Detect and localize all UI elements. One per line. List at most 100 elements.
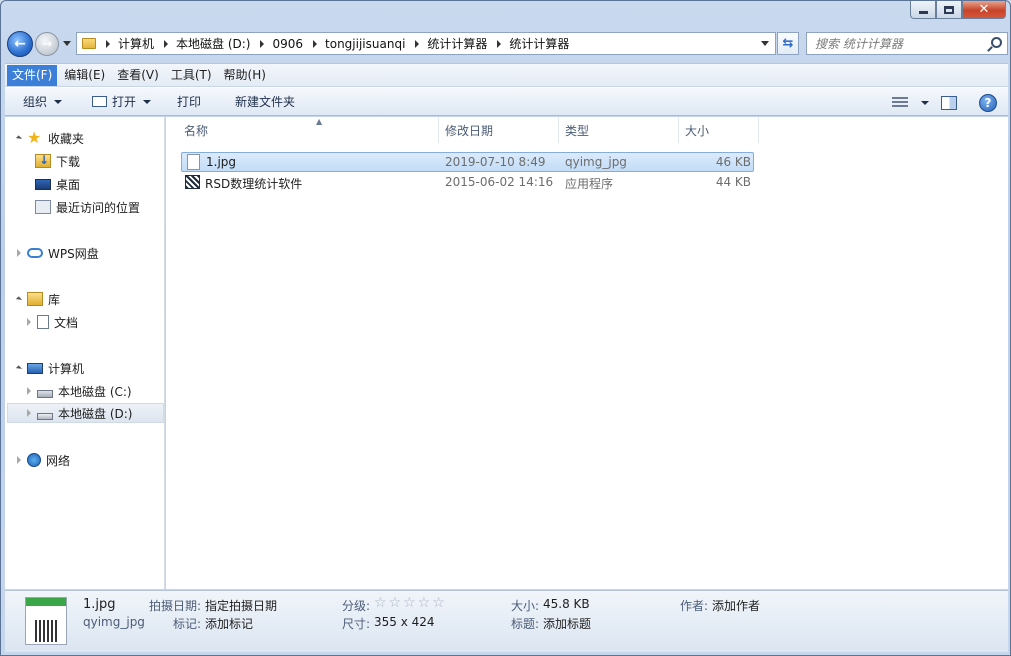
sort-ascending-icon: ▲ — [316, 117, 323, 126]
file-thumbnail — [25, 597, 67, 645]
tree-downloads[interactable]: 下载 — [35, 151, 80, 171]
open-window-icon — [92, 96, 108, 107]
new-folder-button[interactable]: 新建文件夹 — [226, 90, 304, 114]
breadcrumb-separator-icon[interactable] — [260, 39, 265, 48]
refresh-button[interactable]: ⇆ — [777, 32, 799, 55]
back-button[interactable]: ← — [7, 31, 33, 57]
column-header-date[interactable]: 修改日期 — [439, 117, 559, 143]
column-label: 修改日期 — [445, 123, 494, 138]
menu-file[interactable]: 文件(F) — [7, 64, 58, 86]
change-view-icon[interactable] — [892, 96, 908, 109]
expand-arrow-icon[interactable] — [27, 318, 31, 326]
breadcrumb-computer[interactable]: 计算机 — [118, 35, 154, 52]
title-value[interactable]: 添加标题 — [543, 615, 591, 632]
file-row[interactable]: 1.jpg 2019-07-10 8:49 qyimg_jpg 46 KB — [181, 152, 754, 172]
tree-label: 本地磁盘 (C:) — [58, 384, 132, 399]
breadcrumb-separator-icon[interactable] — [106, 39, 110, 48]
close-button[interactable]: ✕ — [962, 1, 1006, 19]
menu-help[interactable]: 帮助(H) — [219, 65, 271, 86]
chevron-down-icon[interactable] — [921, 100, 929, 105]
toolbar-right: ? — [892, 88, 1008, 117]
search-box — [806, 32, 1008, 55]
breadcrumb-separator-icon[interactable] — [497, 39, 502, 48]
menu-view[interactable]: 查看(V) — [112, 65, 164, 86]
column-header-type[interactable]: 类型 — [559, 117, 679, 143]
breadcrumb-tongjijisuanqi[interactable]: tongjijisuanqi — [325, 37, 405, 51]
star-icon: ★ — [27, 128, 42, 147]
print-button[interactable]: 打印 — [168, 90, 210, 114]
rating-label: 分级: — [342, 599, 371, 613]
maximize-button[interactable] — [936, 1, 962, 19]
file-row[interactable]: RSD数理统计软件 2015-06-02 14:16 应用程序 44 KB — [181, 173, 754, 193]
caption-buttons: ✕ — [910, 1, 1006, 19]
breadcrumb-drive-d[interactable]: 本地磁盘 (D:) — [176, 35, 250, 52]
size-value: 45.8 KB — [543, 597, 590, 611]
tree-computer[interactable]: 计算机 — [15, 358, 84, 378]
column-header-size[interactable]: 大小 — [679, 117, 759, 143]
breadcrumb-separator-icon[interactable] — [164, 39, 169, 48]
cloud-icon — [27, 248, 43, 258]
tree-network[interactable]: 网络 — [17, 450, 70, 470]
date-taken-label: 拍摄日期: — [149, 599, 202, 613]
rating-stars[interactable]: ☆☆☆☆☆ — [374, 595, 447, 611]
file-type: qyimg_jpg — [565, 155, 627, 169]
breadcrumb-separator-icon[interactable] — [415, 39, 420, 48]
search-icon[interactable] — [986, 35, 1004, 53]
chevron-down-icon — [54, 99, 63, 104]
expand-arrow-icon[interactable] — [17, 249, 21, 257]
menu-edit[interactable]: 编辑(E) — [59, 65, 110, 86]
search-input[interactable] — [807, 36, 986, 51]
title-label: 标题: — [511, 617, 540, 631]
tree-label: 库 — [48, 292, 61, 307]
tree-label: 文档 — [54, 315, 79, 330]
organize-button[interactable]: 组织 — [14, 90, 71, 114]
tree-recent-places[interactable]: 最近访问的位置 — [35, 197, 140, 217]
help-icon[interactable]: ? — [979, 93, 997, 112]
recent-pages-dropdown[interactable] — [63, 41, 71, 46]
forward-button[interactable]: → — [35, 32, 59, 56]
details-filetype: qyimg_jpg — [83, 615, 145, 629]
tree-label: 本地磁盘 (D:) — [58, 406, 133, 421]
column-label: 名称 — [184, 123, 209, 138]
close-icon: ✕ — [978, 2, 990, 17]
minimize-button[interactable] — [910, 1, 936, 19]
expand-arrow-icon[interactable] — [15, 364, 23, 372]
address-history-dropdown[interactable] — [761, 41, 769, 46]
tree-favorites[interactable]: ★ 收藏夹 — [15, 128, 84, 148]
tags-value[interactable]: 添加标记 — [205, 615, 253, 632]
expand-arrow-icon[interactable] — [15, 134, 23, 142]
date-taken-value[interactable]: 指定拍摄日期 — [205, 597, 277, 614]
tree-wps-cloud[interactable]: WPS网盘 — [17, 243, 99, 263]
expand-arrow-icon[interactable] — [15, 295, 23, 303]
tree-desktop[interactable]: 桌面 — [35, 174, 80, 194]
expand-arrow-icon[interactable] — [27, 387, 31, 395]
hard-drive-icon — [37, 412, 53, 420]
expand-arrow-icon[interactable] — [27, 409, 31, 417]
file-size: 44 KB — [715, 175, 751, 189]
back-arrow-icon: ← — [14, 36, 26, 52]
tree-drive-c[interactable]: 本地磁盘 (C:) — [27, 381, 132, 401]
menu-tools[interactable]: 工具(T) — [166, 65, 217, 86]
author-label: 作者: — [680, 599, 709, 613]
file-type: 应用程序 — [565, 177, 614, 191]
column-label: 类型 — [565, 123, 590, 138]
maximize-icon — [944, 5, 954, 14]
tree-libraries[interactable]: 库 — [15, 289, 61, 309]
breadcrumb-0906[interactable]: 0906 — [272, 37, 303, 51]
open-button[interactable]: 打开 — [83, 90, 160, 114]
tree-documents[interactable]: 文档 — [27, 312, 78, 332]
expand-arrow-icon[interactable] — [17, 456, 21, 464]
navigation-pane: ★ 收藏夹 下载 桌面 最近访问的位置 WPS网盘 库 文档 — [5, 117, 165, 589]
breadcrumb-folder-2[interactable]: 统计计算器 — [509, 35, 569, 52]
details-pane: 1.jpg qyimg_jpg 拍摄日期: 指定拍摄日期 标记: 添加标记 分级… — [5, 590, 1008, 652]
breadcrumb-separator-icon[interactable] — [313, 39, 318, 48]
hard-drive-icon — [37, 390, 53, 398]
address-bar[interactable]: 计算机 本地磁盘 (D:) 0906 tongjijisuanqi 统计计算器 … — [76, 32, 776, 55]
document-icon — [37, 315, 49, 329]
author-value[interactable]: 添加作者 — [712, 597, 760, 614]
thumbnail-banner — [26, 598, 66, 606]
column-header-name[interactable]: 名称 ▲ — [178, 117, 439, 143]
preview-pane-icon[interactable] — [941, 95, 957, 110]
tree-drive-d[interactable]: 本地磁盘 (D:) — [7, 403, 164, 423]
breadcrumb-folder-1[interactable]: 统计计算器 — [427, 35, 487, 52]
